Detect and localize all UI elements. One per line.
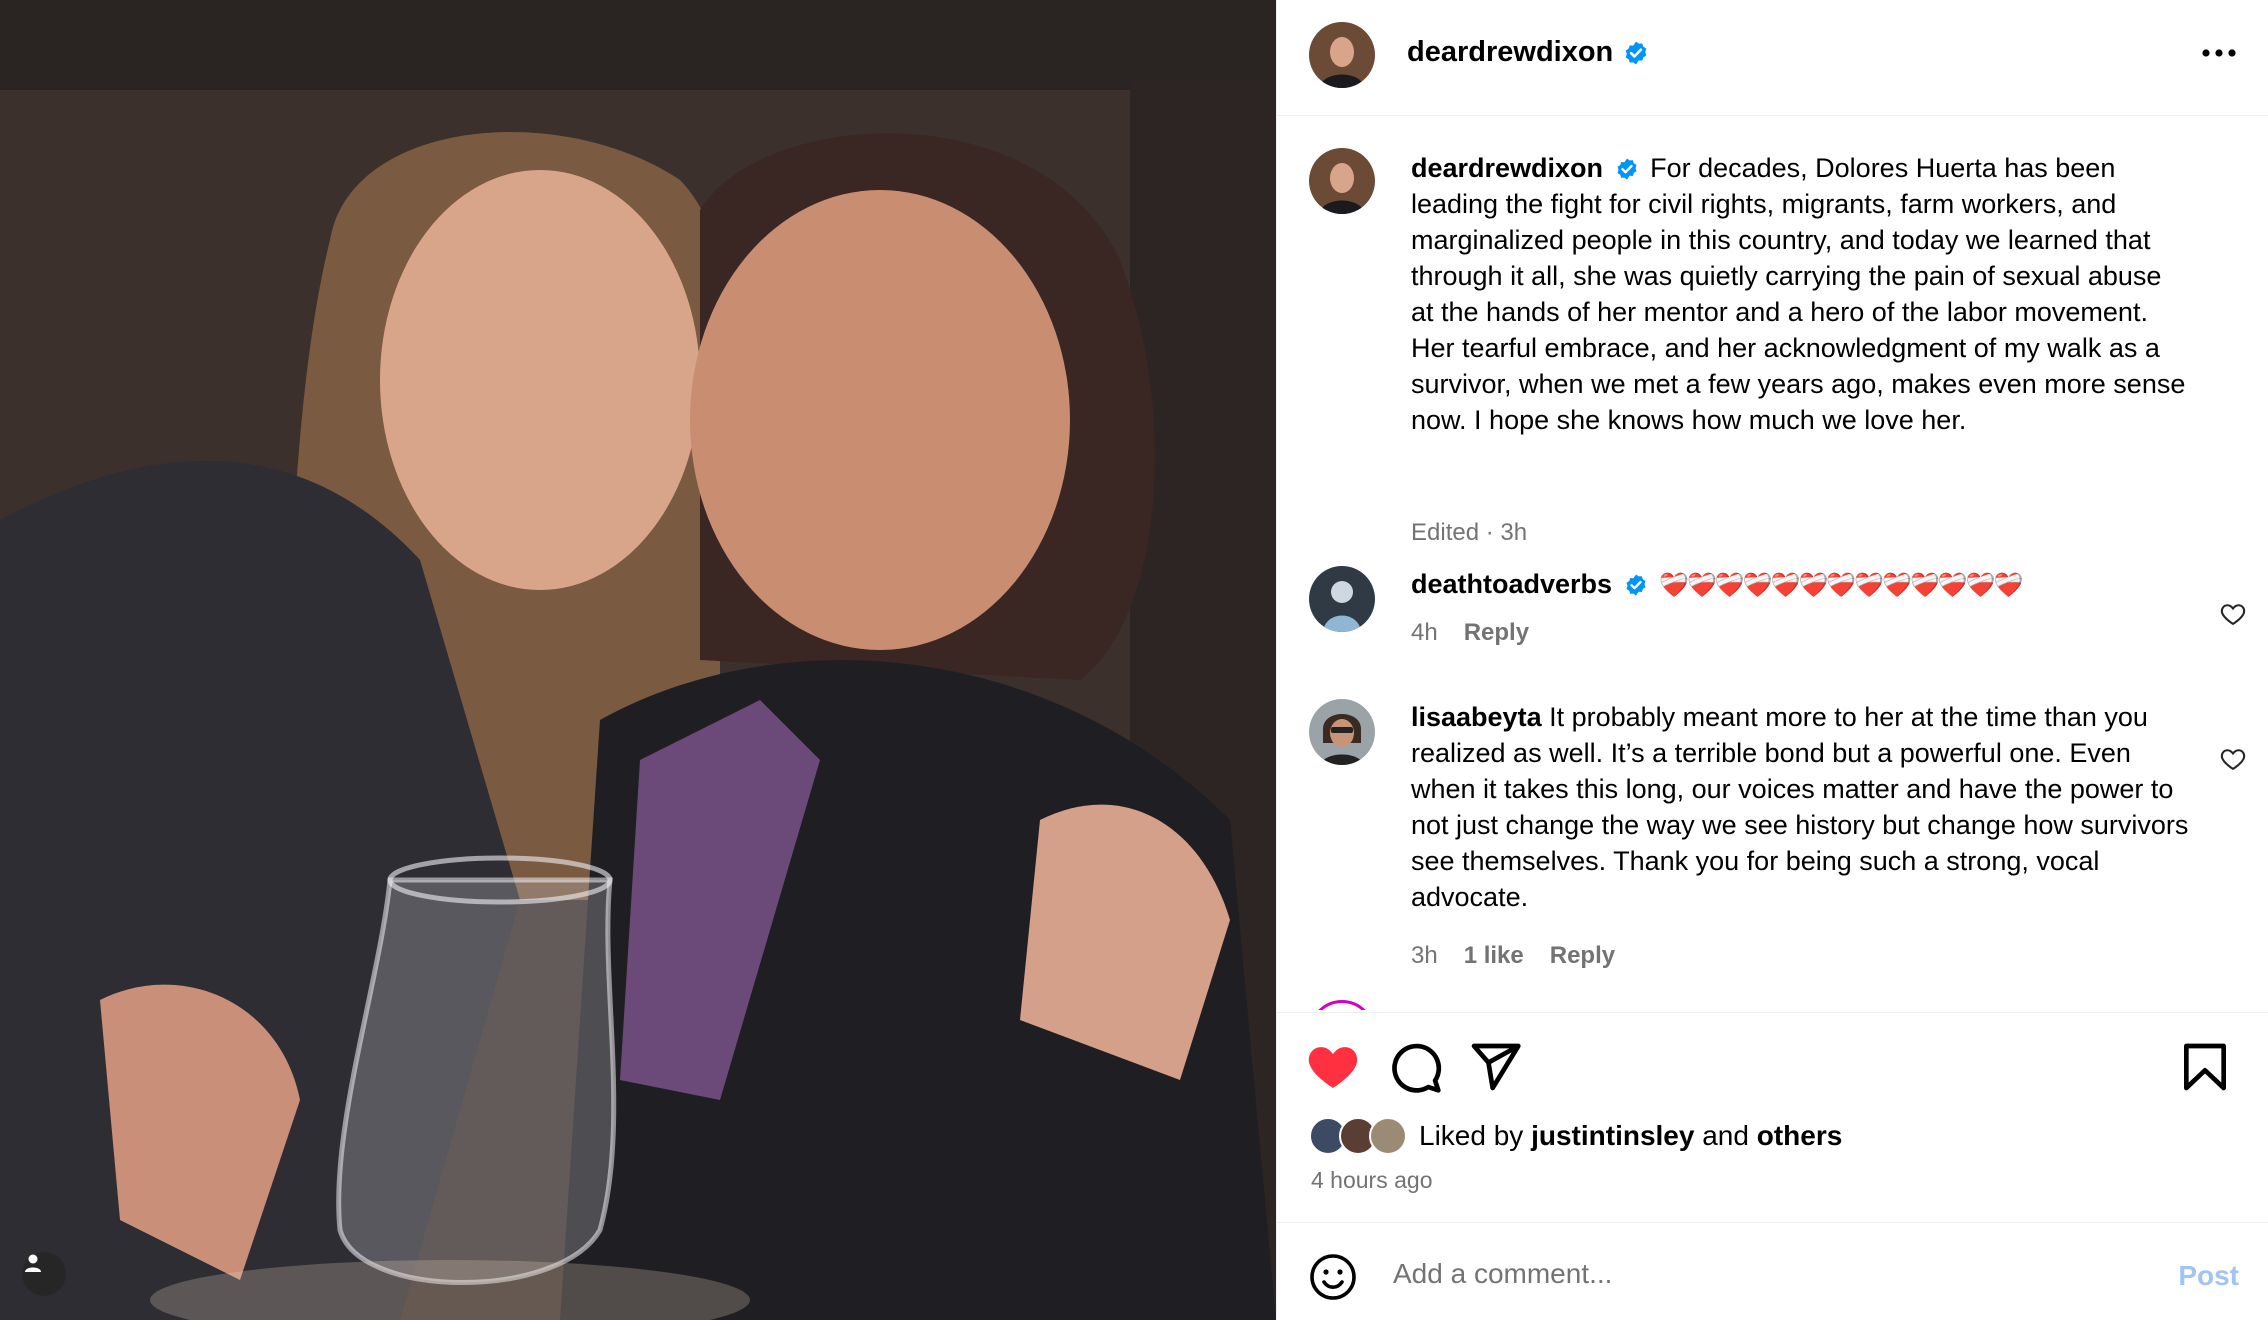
verified-badge-icon [1625, 41, 1647, 64]
emoji-icon[interactable] [1309, 1253, 1357, 1301]
caption-text: For decades, Dolores Huerta has been lea… [1411, 153, 2186, 435]
liked-by-others[interactable]: others [1757, 1120, 1843, 1152]
comment-body: lisaabeyta It probably meant more to her… [1411, 699, 2191, 915]
post-photo[interactable] [0, 0, 1276, 1320]
comment-composer: Post [1277, 1222, 2268, 1320]
liked-by-prefix: Liked by [1419, 1120, 1524, 1151]
comment-time: 4h [1411, 619, 1438, 646]
comment-username[interactable]: deathtoadverbs [1411, 569, 1612, 599]
post-comment-button[interactable]: Post [2172, 1259, 2245, 1293]
comment-text: It probably meant more to her at the tim… [1411, 702, 2189, 912]
author-avatar[interactable] [1309, 22, 1375, 88]
share-icon[interactable] [1467, 1039, 1523, 1095]
post-details-panel: deardrewdixon deardrewdixon For decades,… [1276, 0, 2268, 1320]
liked-by-and: and [1702, 1120, 1749, 1151]
more-horizontal-icon [2202, 49, 2236, 57]
comment-input[interactable] [1391, 1247, 2095, 1301]
comment-body: deathtoadverbs ❤️‍🩹❤️‍🩹❤️‍🩹❤️‍🩹❤️‍🩹❤️‍🩹❤… [1411, 566, 2191, 603]
comment-likes-count[interactable]: 1 like [1464, 942, 1524, 970]
liked-by-row: Liked by justintinsley and others [1309, 1117, 1842, 1155]
comment-reply-button[interactable]: Reply [1464, 619, 1529, 647]
bookmark-icon[interactable] [2177, 1039, 2233, 1095]
post-timestamp[interactable]: 4 hours ago [1311, 1167, 1432, 1194]
comment-text: ❤️‍🩹❤️‍🩹❤️‍🩹❤️‍🩹❤️‍🩹❤️‍🩹❤️‍🩹❤️‍🩹❤️‍🩹❤️‍🩹… [1659, 571, 2023, 599]
comments-list[interactable]: deardrewdixon For decades, Dolores Huert… [1277, 117, 2268, 1010]
caption-edited-time: Edited · 3h [1411, 519, 1528, 546]
author-username[interactable]: deardrewdixon [1407, 36, 1613, 69]
tagged-user-button[interactable] [22, 1252, 66, 1296]
author-name-row: deardrewdixon [1407, 36, 1649, 69]
verified-badge-icon [1617, 158, 1637, 180]
post-header: deardrewdixon [1277, 0, 2268, 116]
post-actions: Liked by justintinsley and others 4 hour… [1277, 1012, 2268, 1222]
caption-author-avatar[interactable] [1309, 148, 1375, 214]
caption-meta: Edited · 3h [1411, 519, 1527, 547]
liker-avatar[interactable] [1369, 1117, 1407, 1155]
caption-body: deardrewdixon For decades, Dolores Huert… [1411, 150, 2191, 438]
comment-heart-icon[interactable] [2219, 600, 2247, 628]
user-icon [25, 1254, 41, 1272]
comment-avatar[interactable] [1309, 1000, 1375, 1010]
comment-meta: 3h 1 like Reply [1411, 942, 1615, 970]
caption-username[interactable]: deardrewdixon [1411, 153, 1603, 183]
comment-heart-icon[interactable] [2219, 745, 2247, 773]
comment-icon[interactable] [1387, 1039, 1443, 1095]
comment-avatar[interactable] [1309, 699, 1375, 765]
photo-illustration [0, 0, 1276, 1320]
comment-username[interactable]: lisaabeyta [1411, 702, 1542, 732]
verified-badge-icon [1626, 574, 1646, 596]
more-options-button[interactable] [2199, 38, 2239, 68]
comment-avatar[interactable] [1309, 566, 1375, 632]
comment-reply-button[interactable]: Reply [1550, 942, 1615, 970]
comment-meta: 4h Reply [1411, 619, 1529, 647]
liked-by-avatars [1309, 1117, 1407, 1155]
comment-time: 3h [1411, 942, 1438, 969]
liked-by-user[interactable]: justintinsley [1531, 1120, 1694, 1152]
heart-icon[interactable] [1305, 1039, 1361, 1095]
